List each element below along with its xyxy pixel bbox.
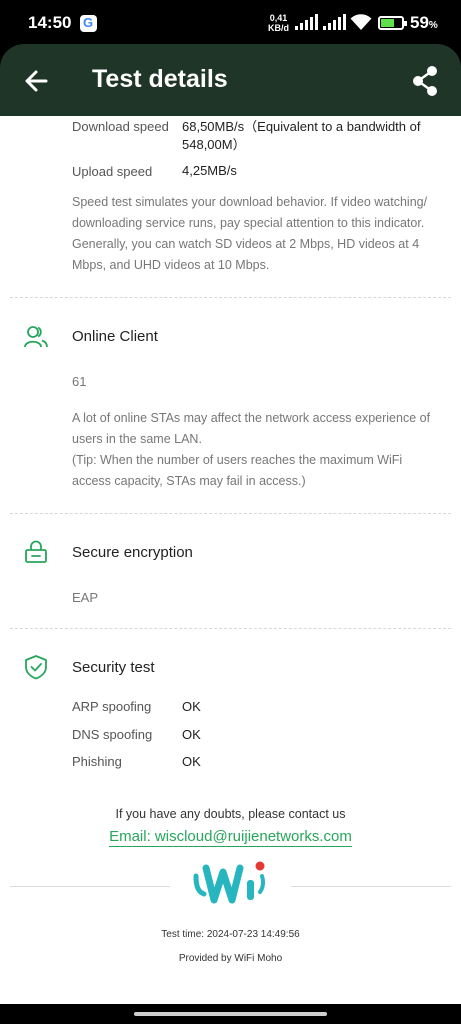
divider	[10, 886, 170, 887]
encryption-value: EAP	[72, 590, 99, 605]
back-arrow-icon[interactable]	[20, 64, 54, 98]
online-client-title: Online Client	[72, 328, 158, 345]
speed-note: Speed test simulates your download behav…	[72, 195, 428, 272]
download-speed-label: Download speed	[72, 119, 169, 134]
divider	[10, 513, 451, 514]
navigation-bar	[0, 1004, 461, 1024]
online-client-value: 61	[72, 374, 87, 389]
online-client-tip: (Tip: When the number of users reaches t…	[72, 453, 403, 488]
divider	[10, 628, 451, 629]
contact-email-link[interactable]: Email: wiscloud@ruijienetworks.com	[0, 828, 461, 847]
page-title: Test details	[92, 65, 228, 93]
security-row-value: OK	[182, 727, 201, 742]
share-icon[interactable]	[408, 64, 442, 98]
security-row-label: DNS spoofing	[72, 727, 153, 742]
content-scroll[interactable]: Download speed 68,50MB/s（Equivalent to a…	[0, 116, 461, 1004]
security-row-label: ARP spoofing	[72, 699, 152, 714]
download-speed-value: 68,50MB/s（Equivalent to a bandwidth of 5…	[182, 119, 421, 152]
home-indicator[interactable]	[134, 1012, 327, 1016]
signal-icon	[295, 14, 318, 30]
status-time: 14:50	[28, 13, 72, 32]
upload-speed-label: Upload speed	[72, 164, 153, 179]
upload-speed-value: 4,25MB/s	[182, 163, 237, 178]
users-icon	[24, 326, 48, 348]
encryption-title: Secure encryption	[72, 544, 193, 561]
google-icon: G	[80, 15, 97, 32]
battery-percent: 59%	[410, 13, 438, 32]
test-time: Test time: 2024-07-23 14:49:56	[161, 929, 300, 940]
contact-prompt: If you have any doubts, please contact u…	[115, 807, 346, 821]
battery-icon	[378, 16, 407, 30]
network-speed: 0,41 KB/d	[268, 13, 289, 33]
security-test-title: Security test	[72, 659, 155, 676]
provider-text: Provided by WiFi Moho	[178, 953, 283, 964]
wifi-icon	[350, 14, 372, 30]
security-row-value: OK	[182, 699, 201, 714]
wifi-moho-logo	[193, 861, 266, 904]
status-bar: 14:50 G 0,41 KB/d 59%	[0, 0, 461, 46]
security-row-value: OK	[182, 754, 201, 769]
divider	[10, 297, 451, 298]
app-bar: Test details	[0, 44, 461, 118]
lock-icon	[25, 540, 47, 563]
shield-check-icon	[25, 655, 47, 680]
divider	[291, 886, 451, 887]
online-client-note: A lot of online STAs may affect the netw…	[72, 411, 431, 446]
signal-icon	[323, 14, 346, 30]
security-row-label: Phishing	[72, 754, 122, 769]
